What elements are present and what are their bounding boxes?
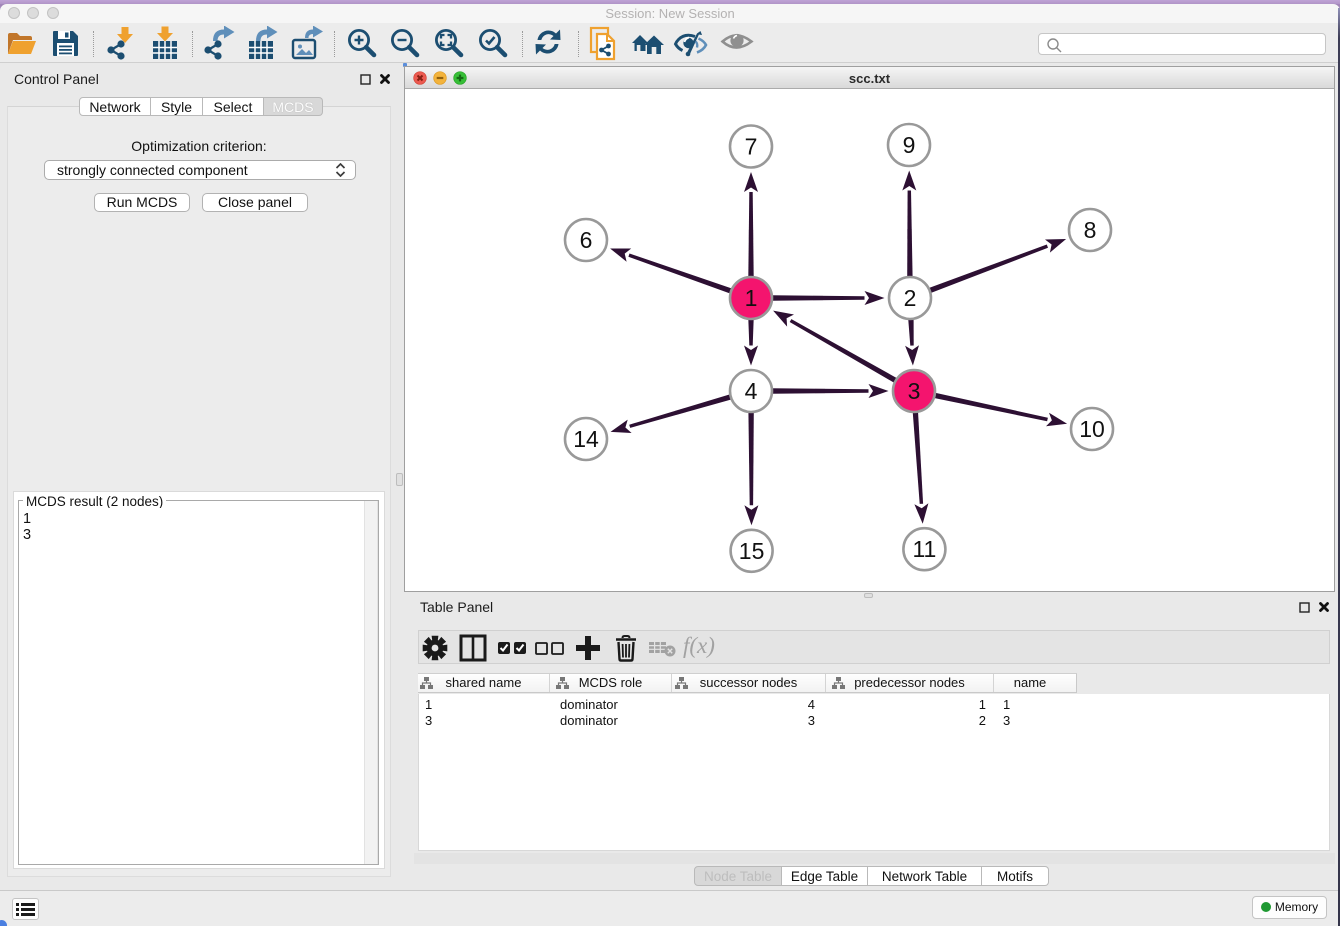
- svg-text:10: 10: [1079, 416, 1105, 442]
- svg-text:2: 2: [904, 285, 917, 311]
- svg-text:11: 11: [912, 536, 936, 562]
- svg-text:4: 4: [745, 378, 758, 404]
- svg-text:3: 3: [908, 378, 921, 404]
- svg-text:15: 15: [739, 538, 765, 564]
- svg-text:9: 9: [903, 132, 916, 158]
- svg-text:6: 6: [580, 227, 593, 253]
- svg-text:7: 7: [745, 134, 758, 160]
- svg-text:1: 1: [745, 285, 758, 311]
- svg-text:8: 8: [1084, 217, 1097, 243]
- svg-text:14: 14: [573, 426, 599, 452]
